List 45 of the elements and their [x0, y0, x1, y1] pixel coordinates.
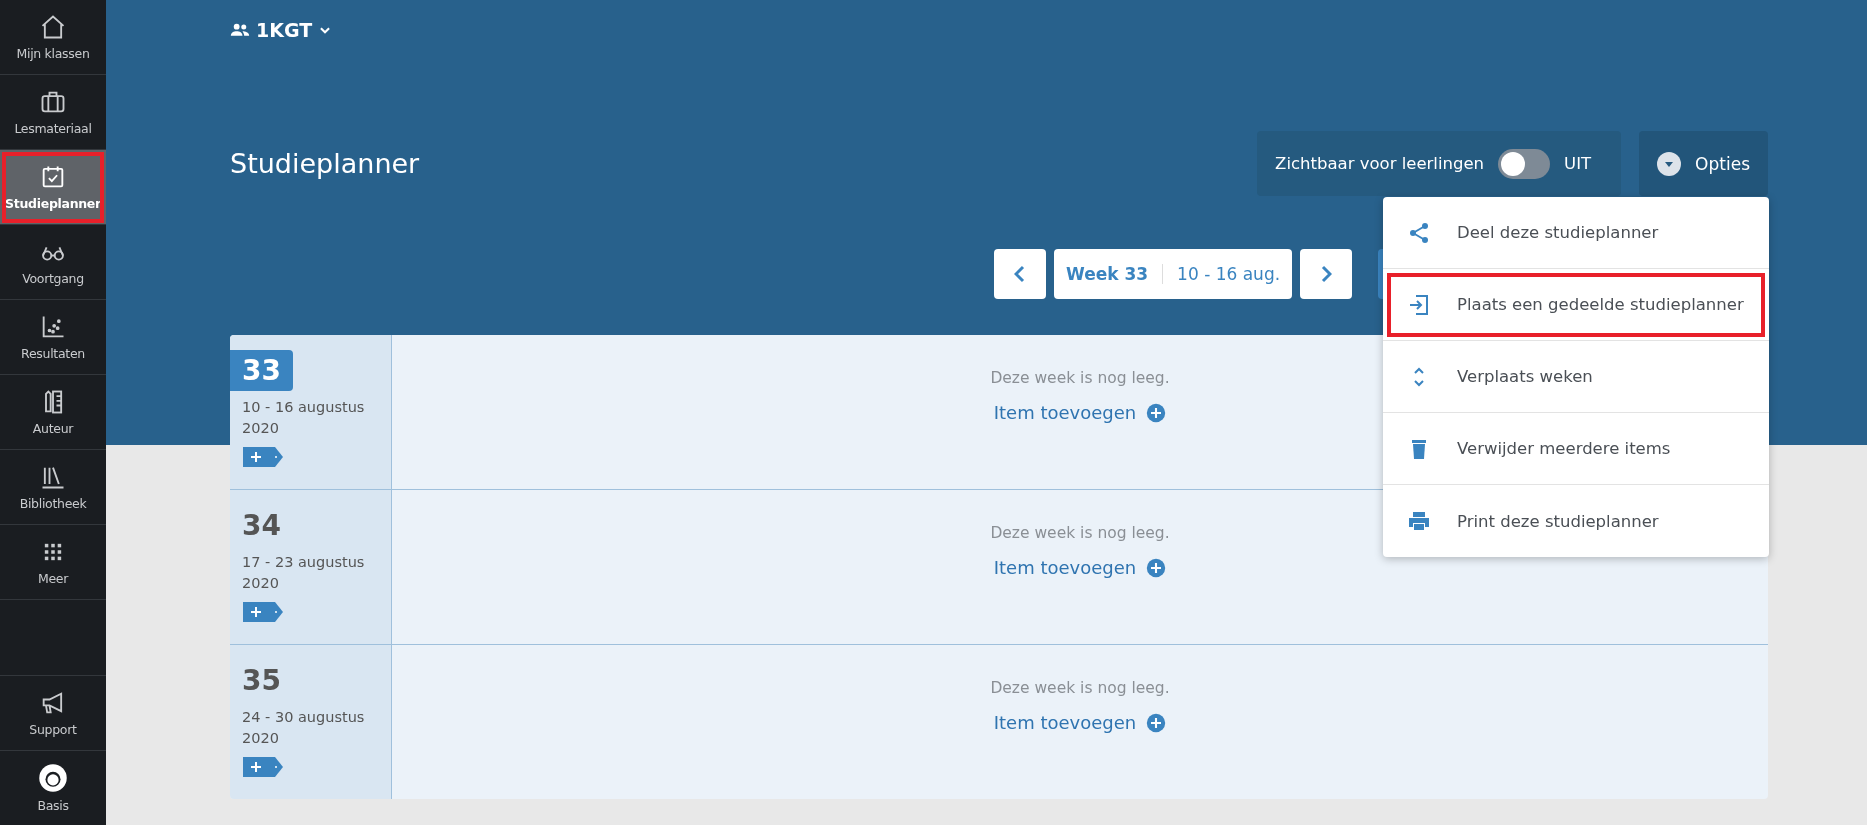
menu-item[interactable]: Deel deze studieplanner — [1383, 197, 1769, 269]
week-dates: 24 - 30 augustus 2020 — [241, 708, 366, 748]
options-button[interactable]: Opties — [1639, 131, 1768, 196]
menu-item[interactable]: Print deze studieplanner — [1383, 485, 1769, 557]
week-dates: 17 - 23 augustus 2020 — [241, 553, 366, 593]
add-item-button[interactable]: Item toevoegen — [987, 711, 1173, 734]
sidebar-item[interactable]: Meer — [0, 525, 106, 600]
week-number: 35 — [241, 663, 282, 699]
week-range: 10 - 16 aug. — [1176, 264, 1281, 284]
house-icon — [39, 13, 67, 41]
week-number: 34 — [241, 508, 282, 544]
avatar-icon — [38, 763, 68, 793]
empty-week-text: Deze week is nog leeg. — [990, 369, 1170, 387]
add-tag-icon[interactable] — [243, 602, 283, 622]
chevron-left-icon — [1014, 265, 1026, 283]
sidebar-item[interactable]: Studieplanner — [0, 150, 106, 225]
week-label: Week 33 — [1066, 264, 1164, 284]
week-dates: 10 - 16 augustus 2020 — [241, 398, 366, 438]
class-selector[interactable]: 1KGT — [230, 0, 333, 41]
week-number: 33 — [230, 350, 293, 391]
printer-icon — [1407, 509, 1431, 533]
add-item-button[interactable]: Item toevoegen — [987, 556, 1173, 579]
plus-circle-icon — [1146, 712, 1167, 733]
week-selector[interactable]: Week 33 10 - 16 aug. — [1054, 249, 1293, 299]
add-tag-icon[interactable] — [243, 447, 283, 467]
page-title: Studieplanner — [230, 148, 420, 179]
next-week-button[interactable] — [1300, 249, 1353, 299]
visibility-label: Zichtbaar voor leerlingen — [1275, 154, 1485, 173]
previous-week-button[interactable] — [994, 249, 1046, 299]
caret-icon — [1657, 151, 1682, 176]
empty-week-text: Deze week is nog leeg. — [990, 679, 1170, 697]
add-tag-icon[interactable] — [243, 757, 283, 777]
visibility-toggle[interactable] — [1498, 148, 1551, 179]
plus-circle-icon — [1146, 402, 1167, 423]
sidebar-item[interactable]: Bibliotheek — [0, 450, 106, 525]
menu-item[interactable]: Plaats een gedeelde studieplanner — [1383, 269, 1769, 341]
empty-week-text: Deze week is nog leeg. — [990, 524, 1170, 542]
plus-circle-icon — [1146, 557, 1167, 578]
share-icon — [1407, 220, 1431, 245]
import-arrow-icon — [1407, 292, 1431, 317]
toggle-state-text: UIT — [1564, 154, 1592, 173]
sidebar-item[interactable]: Support — [0, 675, 106, 750]
chevron-right-icon — [1320, 265, 1333, 283]
sidebar-item[interactable]: Basis — [0, 750, 106, 825]
add-item-button[interactable]: Item toevoegen — [987, 401, 1173, 424]
